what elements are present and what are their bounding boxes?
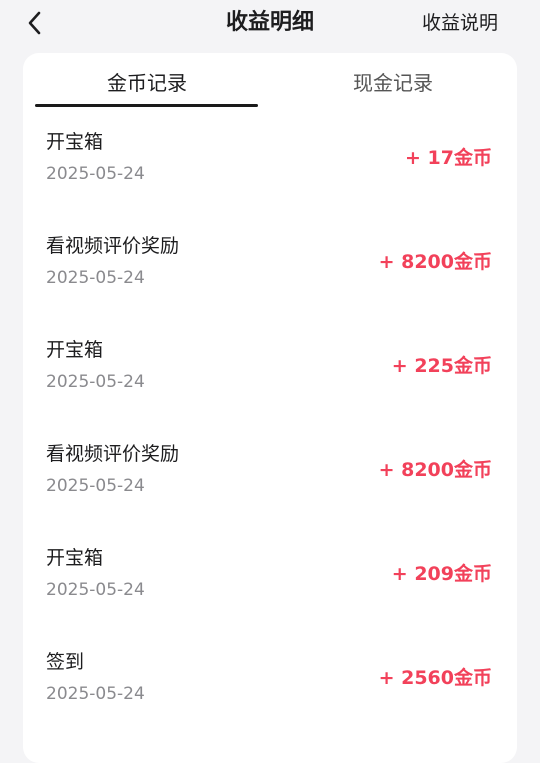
- record-date: 2025-05-24: [46, 684, 145, 704]
- active-tab-indicator: [35, 104, 258, 107]
- list-item[interactable]: 开宝箱 2025-05-24 + 209金币: [23, 525, 517, 629]
- record-amount: + 8200金币: [378, 251, 492, 273]
- earnings-info-link[interactable]: 收益说明: [422, 8, 498, 38]
- tab-bar: 金币记录 现金记录: [23, 53, 517, 109]
- record-amount: + 209金币: [391, 563, 492, 585]
- record-title: 开宝箱: [46, 547, 104, 569]
- record-title: 开宝箱: [46, 339, 104, 361]
- list-item[interactable]: 签到 2025-05-24 + 2560金币: [23, 629, 517, 733]
- record-date: 2025-05-24: [46, 164, 145, 184]
- record-title: 签到: [46, 651, 85, 673]
- record-amount: + 17金币: [405, 147, 492, 169]
- record-date: 2025-05-24: [46, 476, 145, 496]
- record-amount: + 2560金币: [378, 667, 492, 689]
- list-item[interactable]: 开宝箱 2025-05-24 + 225金币: [23, 317, 517, 421]
- record-title: 开宝箱: [46, 131, 104, 153]
- records-card: 金币记录 现金记录 开宝箱 2025-05-24 + 17金币 看视频评价奖励 …: [23, 53, 517, 763]
- record-amount: + 225金币: [391, 355, 492, 377]
- record-title: 看视频评价奖励: [46, 443, 180, 465]
- list-item[interactable]: 看视频评价奖励 2025-05-24 + 8200金币: [23, 421, 517, 525]
- record-date: 2025-05-24: [46, 580, 145, 600]
- record-date: 2025-05-24: [46, 372, 145, 392]
- top-bar: 收益明细 收益说明: [0, 0, 540, 50]
- chevron-left-icon: [28, 11, 41, 35]
- list-item[interactable]: 开宝箱 2025-05-24 + 17金币: [23, 109, 517, 213]
- back-button[interactable]: [20, 8, 50, 38]
- list-item[interactable]: 看视频评价奖励 2025-05-24 + 8200金币: [23, 213, 517, 317]
- record-date: 2025-05-24: [46, 268, 145, 288]
- record-amount: + 8200金币: [378, 459, 492, 481]
- tab-cash-records[interactable]: 现金记录: [281, 69, 505, 97]
- record-list: 开宝箱 2025-05-24 + 17金币 看视频评价奖励 2025-05-24…: [23, 109, 517, 733]
- record-title: 看视频评价奖励: [46, 235, 180, 257]
- tab-coin-records[interactable]: 金币记录: [35, 69, 259, 97]
